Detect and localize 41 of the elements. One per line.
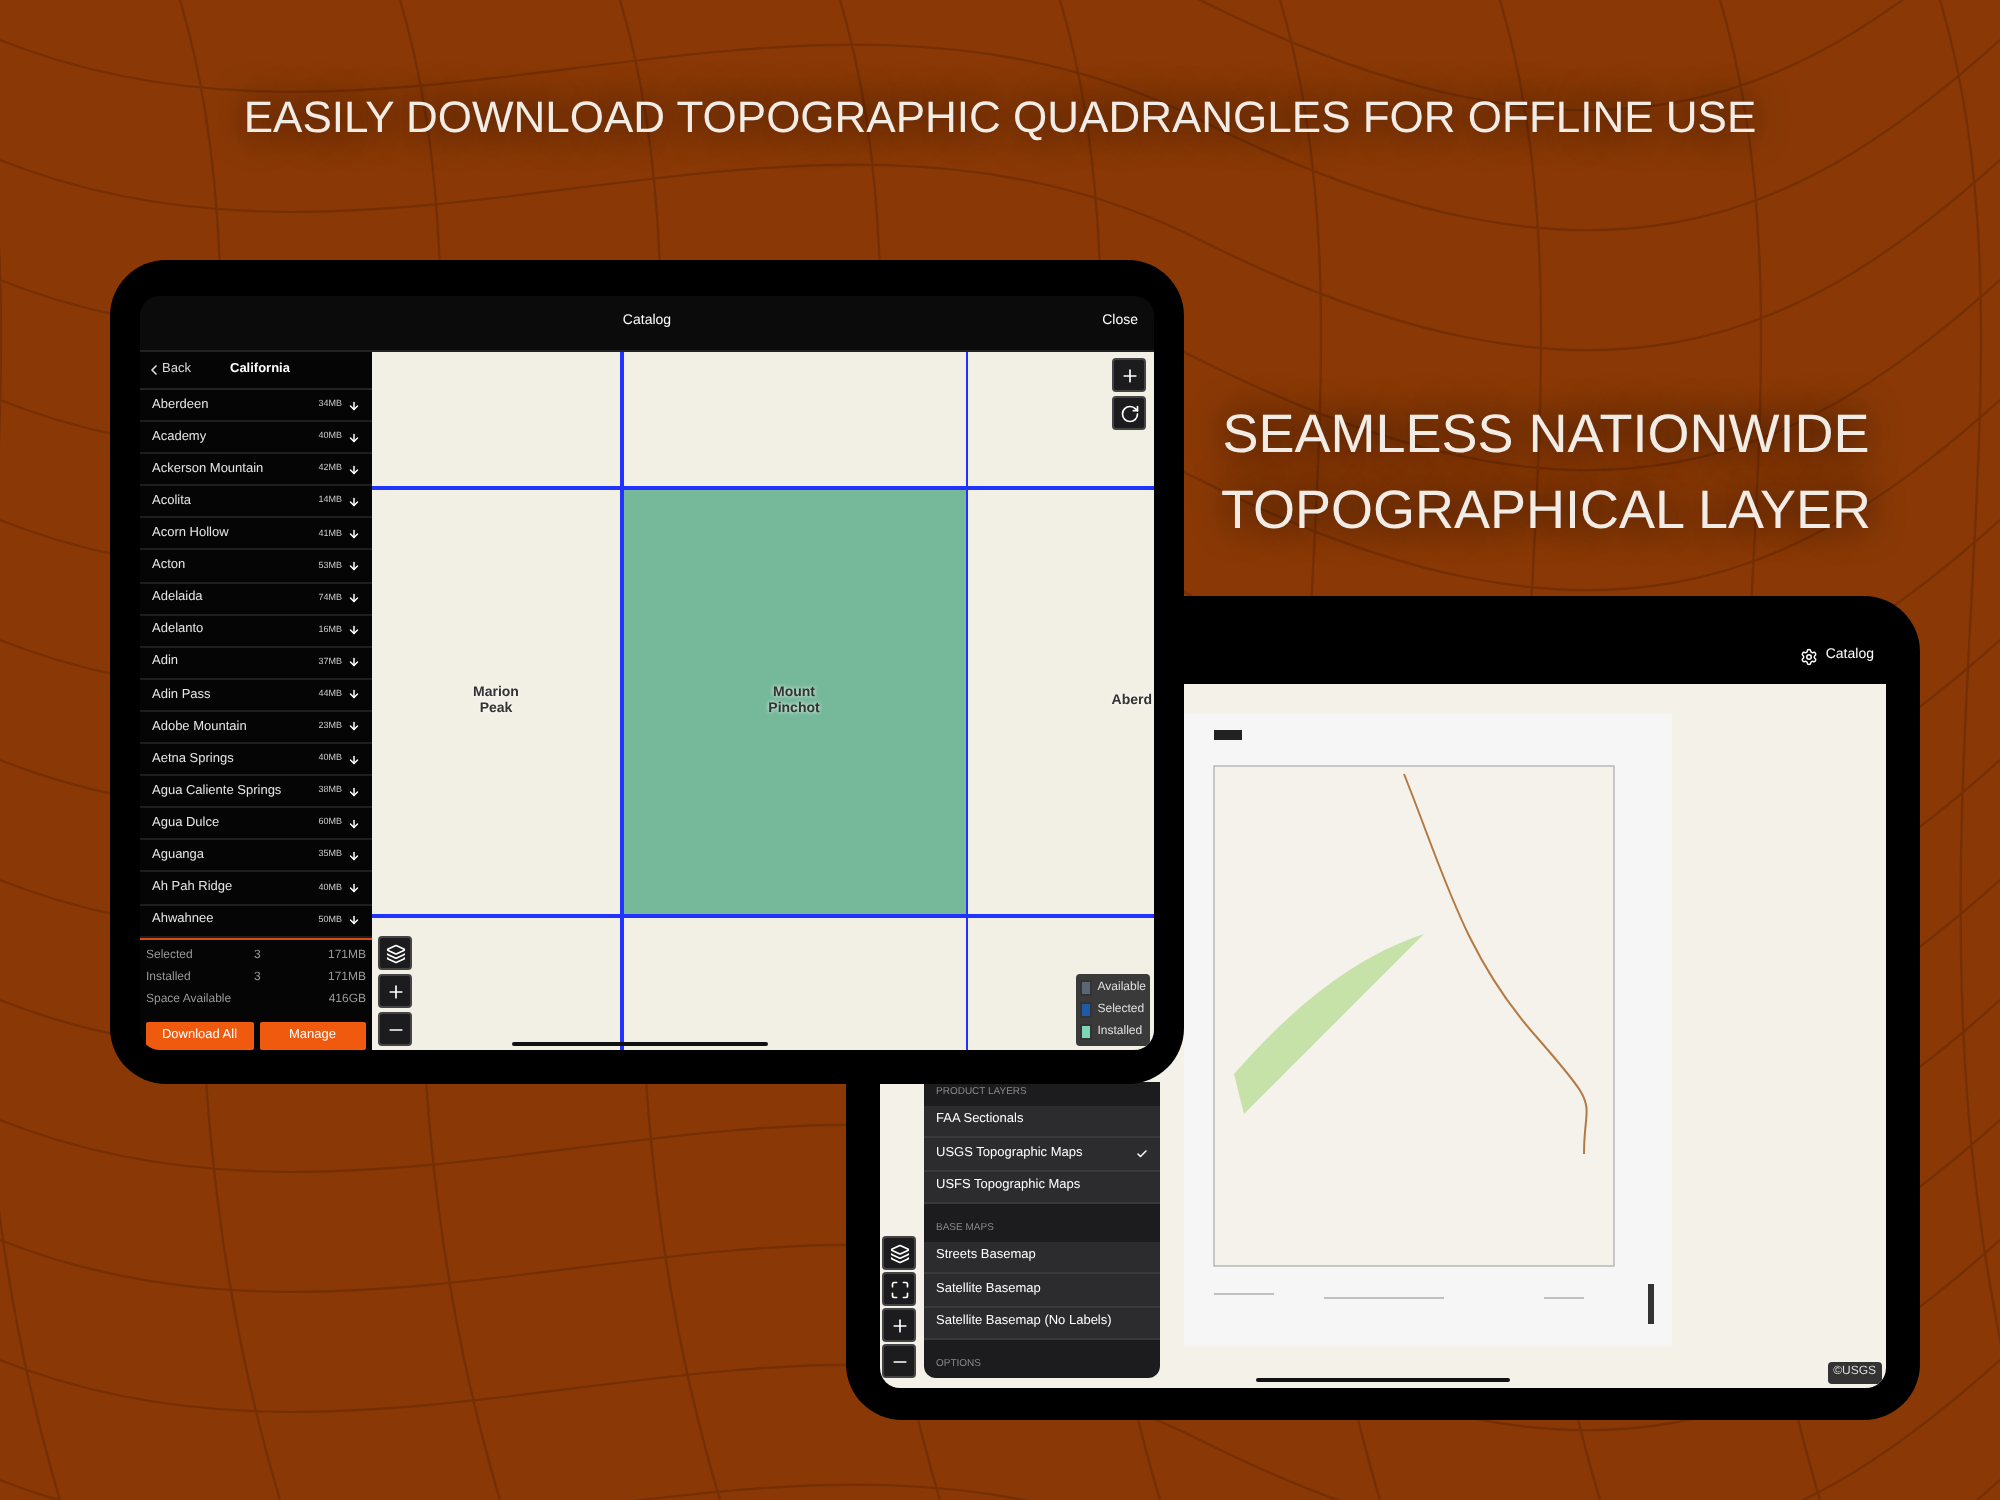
layers-icon bbox=[889, 1243, 909, 1263]
reset-button[interactable] bbox=[1112, 396, 1146, 430]
plus-icon bbox=[385, 981, 405, 1001]
download-icon[interactable] bbox=[348, 849, 360, 862]
rotate-icon bbox=[1119, 403, 1139, 423]
download-icon[interactable] bbox=[348, 624, 360, 637]
download-icon[interactable] bbox=[348, 720, 360, 733]
headline: EASILY DOWNLOAD TOPOGRAPHIC QUADRANGLES FOR OFFLINE USE bbox=[241, 90, 1759, 146]
download-icon[interactable] bbox=[348, 753, 360, 766]
quad-tile[interactable] bbox=[372, 352, 620, 487]
layers-button[interactable] bbox=[378, 936, 412, 970]
chevron-left-icon bbox=[146, 362, 162, 378]
zoom-out-button[interactable] bbox=[378, 1012, 412, 1046]
fit-button[interactable] bbox=[882, 1272, 916, 1306]
zoom-in-button[interactable] bbox=[378, 974, 412, 1008]
download-icon[interactable] bbox=[348, 431, 360, 444]
expand-icon bbox=[889, 1279, 909, 1299]
download-icon[interactable] bbox=[348, 656, 360, 669]
download-icon[interactable] bbox=[348, 495, 360, 508]
download-icon[interactable] bbox=[348, 527, 360, 540]
quad-tile[interactable] bbox=[968, 352, 1154, 487]
select-area-button[interactable] bbox=[1112, 358, 1146, 392]
plus-icon bbox=[889, 1315, 909, 1335]
download-icon[interactable] bbox=[348, 560, 360, 573]
checkmark-icon bbox=[1136, 1147, 1148, 1160]
download-icon[interactable] bbox=[348, 881, 360, 894]
download-icon[interactable] bbox=[348, 817, 360, 830]
layers-button[interactable] bbox=[882, 1236, 916, 1270]
quad-tile[interactable] bbox=[623, 352, 965, 487]
subheadline: SEAMLESS NATIONWIDE TOPOGRAPHICAL LAYER bbox=[1218, 402, 1874, 544]
zoom-out-button[interactable] bbox=[882, 1344, 916, 1378]
layers-icon bbox=[385, 943, 405, 963]
download-icon[interactable] bbox=[348, 463, 360, 476]
download-icon[interactable] bbox=[348, 785, 360, 798]
download-icon[interactable] bbox=[348, 688, 360, 701]
download-icon[interactable] bbox=[348, 592, 360, 605]
zoom-in-button[interactable] bbox=[882, 1308, 916, 1342]
download-icon[interactable] bbox=[348, 914, 360, 927]
quad-tile[interactable] bbox=[623, 917, 965, 1050]
settings-icon[interactable] bbox=[1799, 648, 1818, 666]
download-icon[interactable] bbox=[348, 399, 360, 412]
